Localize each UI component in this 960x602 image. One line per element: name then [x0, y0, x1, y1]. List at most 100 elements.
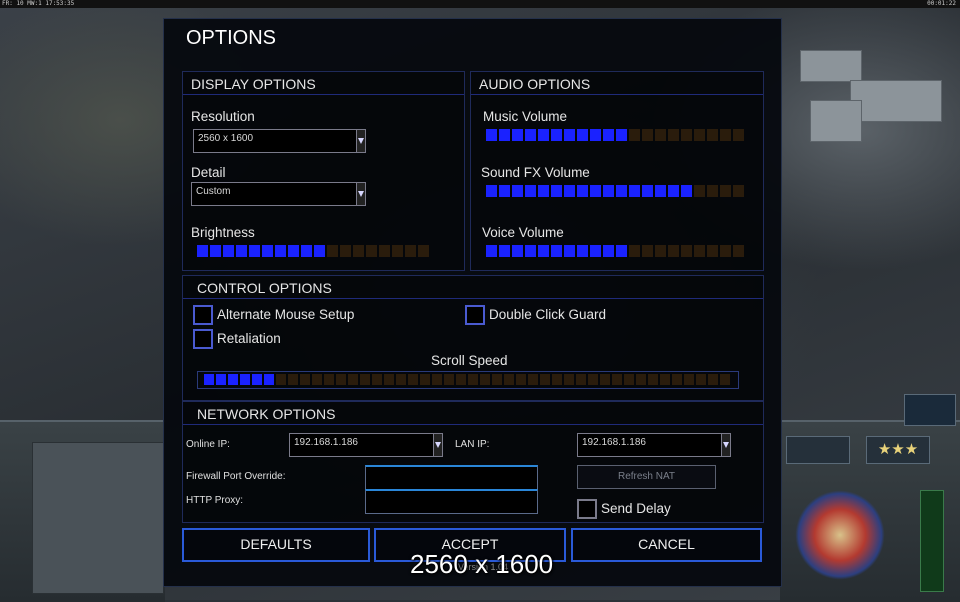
- brightness-slider[interactable]: [197, 245, 429, 257]
- slider-segment: [324, 374, 334, 385]
- slider-segment: [694, 185, 705, 197]
- slider-segment: [327, 245, 338, 257]
- slider-segment: [603, 245, 614, 257]
- lan-ip-dropdown[interactable]: 192.168.1.186: [577, 433, 731, 457]
- power-meter: [920, 490, 944, 592]
- slider-segment: [642, 245, 653, 257]
- online-ip-value: 192.168.1.186: [294, 437, 358, 448]
- voice-volume-label: Voice Volume: [482, 225, 564, 240]
- satellite-icon[interactable]: [904, 394, 956, 426]
- alternate-mouse-checkbox[interactable]: [193, 305, 213, 325]
- resolution-caption: 2560 x 1600: [410, 549, 554, 579]
- slider-segment: [733, 129, 744, 141]
- firewall-port-input[interactable]: [365, 465, 538, 490]
- slider-segment: [492, 374, 502, 385]
- slider-segment: [552, 374, 562, 385]
- slider-segment: [733, 245, 744, 257]
- slider-segment: [486, 245, 497, 257]
- slider-segment: [668, 129, 679, 141]
- slider-segment: [405, 245, 416, 257]
- slider-segment: [684, 374, 694, 385]
- dialog-title: OPTIONS: [186, 27, 277, 49]
- slider-segment: [577, 245, 588, 257]
- double-click-guard-checkbox[interactable]: [465, 305, 485, 325]
- slider-segment: [379, 245, 390, 257]
- minimap[interactable]: [32, 442, 164, 594]
- game-timer: 00:01:22: [927, 0, 956, 7]
- cancel-button[interactable]: CANCEL: [571, 528, 762, 562]
- slider-segment: [576, 374, 586, 385]
- chevron-down-icon: [433, 434, 442, 456]
- slider-segment: [288, 374, 298, 385]
- slider-segment: [276, 374, 286, 385]
- scroll-speed-slider[interactable]: [204, 374, 730, 385]
- slider-segment: [392, 245, 403, 257]
- slider-segment: [590, 185, 601, 197]
- slider-segment: [499, 185, 510, 197]
- slider-segment: [629, 185, 640, 197]
- slider-segment: [720, 129, 731, 141]
- slider-segment: [696, 374, 706, 385]
- slider-segment: [240, 374, 250, 385]
- slider-segment: [486, 185, 497, 197]
- slider-segment: [480, 374, 490, 385]
- slider-segment: [418, 245, 429, 257]
- slider-segment: [564, 185, 575, 197]
- slider-segment: [228, 374, 238, 385]
- slider-segment: [512, 129, 523, 141]
- slider-segment: [603, 185, 614, 197]
- slider-segment: [707, 129, 718, 141]
- detail-value: Custom: [196, 186, 231, 197]
- slider-segment: [300, 374, 310, 385]
- slider-segment: [236, 245, 247, 257]
- slider-segment: [668, 185, 679, 197]
- refresh-nat-button[interactable]: Refresh NAT: [577, 465, 716, 489]
- retaliation-checkbox[interactable]: [193, 329, 213, 349]
- alternate-mouse-label: Alternate Mouse Setup: [217, 307, 355, 322]
- slider-segment: [366, 245, 377, 257]
- chevron-down-icon: [721, 434, 730, 456]
- slider-segment: [642, 185, 653, 197]
- slider-segment: [636, 374, 646, 385]
- slider-segment: [694, 129, 705, 141]
- slider-segment: [314, 245, 325, 257]
- sfx-volume-slider[interactable]: [486, 185, 744, 197]
- slider-segment: [340, 245, 351, 257]
- music-volume-slider[interactable]: [486, 129, 744, 141]
- hud-arrow-button[interactable]: [786, 436, 850, 464]
- slider-segment: [348, 374, 358, 385]
- slider-segment: [353, 245, 364, 257]
- slider-segment: [642, 129, 653, 141]
- slider-segment: [588, 374, 598, 385]
- detail-dropdown[interactable]: Custom: [191, 182, 366, 206]
- sfx-volume-label: Sound FX Volume: [481, 165, 590, 180]
- audio-options-header: AUDIO OPTIONS: [471, 72, 763, 95]
- slider-segment: [681, 245, 692, 257]
- slider-segment: [655, 129, 666, 141]
- http-proxy-input[interactable]: [365, 489, 538, 514]
- online-ip-label: Online IP:: [186, 439, 230, 450]
- online-ip-dropdown[interactable]: 192.168.1.186: [289, 433, 443, 457]
- slider-segment: [262, 245, 273, 257]
- slider-segment: [516, 374, 526, 385]
- display-options-header: DISPLAY OPTIONS: [183, 72, 464, 95]
- slider-segment: [577, 185, 588, 197]
- send-delay-checkbox[interactable]: [577, 499, 597, 519]
- slider-segment: [564, 374, 574, 385]
- slider-segment: [603, 129, 614, 141]
- slider-segment: [396, 374, 406, 385]
- defaults-button[interactable]: DEFAULTS: [182, 528, 370, 562]
- slider-segment: [708, 374, 718, 385]
- slider-segment: [629, 245, 640, 257]
- slider-segment: [408, 374, 418, 385]
- slider-segment: [648, 374, 658, 385]
- resolution-dropdown[interactable]: 2560 x 1600: [193, 129, 366, 153]
- slider-segment: [616, 185, 627, 197]
- slider-segment: [668, 245, 679, 257]
- voice-volume-slider[interactable]: [486, 245, 744, 257]
- slider-segment: [512, 245, 523, 257]
- slider-segment: [525, 129, 536, 141]
- options-dialog: OPTIONS DISPLAY OPTIONS Resolution 2560 …: [163, 18, 782, 587]
- rank-stars-icon: ★★★: [866, 436, 930, 464]
- slider-segment: [372, 374, 382, 385]
